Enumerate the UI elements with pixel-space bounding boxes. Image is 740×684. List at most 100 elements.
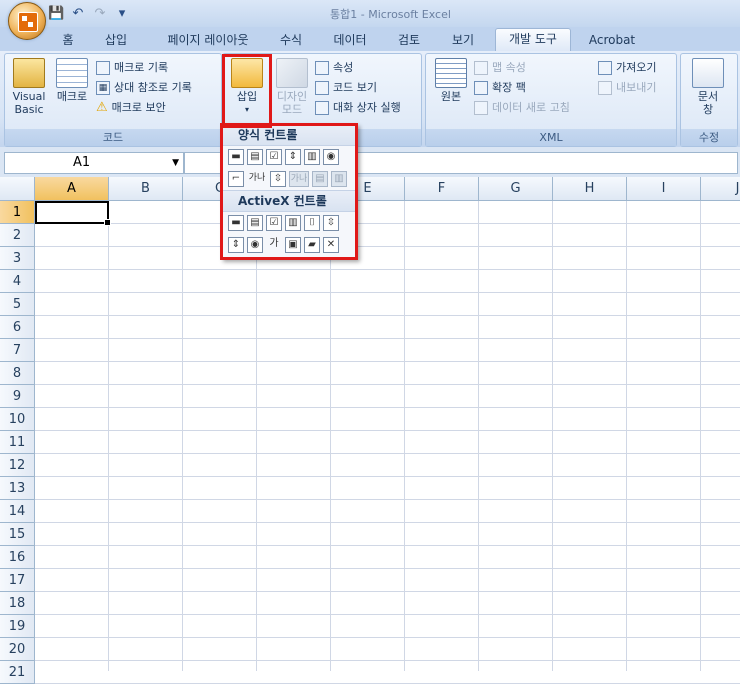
record-macro-button[interactable]: 매크로 기록 — [96, 58, 192, 78]
column-header-f[interactable]: F — [405, 177, 479, 201]
activex-label-icon[interactable]: 가 — [266, 237, 282, 253]
macro-button[interactable]: 매크로 — [52, 58, 92, 103]
row-header-21[interactable]: 21 — [0, 661, 35, 684]
design-mode-button[interactable]: 디자인 모드 — [272, 58, 312, 116]
refresh-data-icon — [474, 101, 488, 115]
row-header-20[interactable]: 20 — [0, 638, 35, 661]
activex-check-box-icon[interactable]: ☑ — [266, 215, 282, 231]
activex-image-icon[interactable]: ▣ — [285, 237, 301, 253]
name-box-dropdown-icon[interactable]: ▼ — [172, 153, 179, 173]
combo-dropdown-edit-control-icon[interactable]: ▥ — [331, 171, 347, 187]
tab-page-layout[interactable]: 페이지 레이아웃 — [152, 30, 264, 50]
label-control-icon[interactable]: 가나 — [247, 171, 267, 187]
more-controls-icon[interactable]: ✕ — [323, 237, 339, 253]
combo-box-control-icon[interactable]: ▤ — [247, 149, 263, 165]
relative-reference-button[interactable]: ▦ 상대 참조로 기록 — [96, 78, 192, 98]
office-button[interactable] — [8, 2, 46, 40]
row-header-7[interactable]: 7 — [0, 339, 35, 362]
excel-logo-icon — [18, 12, 38, 32]
worksheet-grid[interactable]: ABCDEFGHIJ 12345678910111213141516171819… — [0, 177, 740, 684]
properties-button[interactable]: 속성 — [315, 58, 401, 78]
row-header-12[interactable]: 12 — [0, 454, 35, 477]
column-header-i[interactable]: I — [627, 177, 701, 201]
export-label: 내보내기 — [616, 81, 657, 94]
activex-spin-button-icon[interactable]: ⇕ — [228, 237, 244, 253]
visual-basic-label: Visual Basic — [12, 90, 46, 116]
quick-access-toolbar: 💾 ↶ ↷ ▾ — [48, 4, 130, 24]
map-properties-button[interactable]: 맵 속성 — [474, 58, 570, 78]
row-header-4[interactable]: 4 — [0, 270, 35, 293]
form-controls-row-2: ⌐ 가나 ⇳ 가나 ▤ ▥ — [222, 168, 357, 190]
tab-review[interactable]: 검토 — [390, 30, 428, 50]
row-header-8[interactable]: 8 — [0, 362, 35, 385]
redo-icon[interactable]: ↷ — [92, 6, 108, 22]
column-header-g[interactable]: G — [479, 177, 553, 201]
tab-insert[interactable]: 삽입 — [98, 30, 134, 50]
text-field-control-icon[interactable]: 가나 — [289, 171, 309, 187]
macro-label: 매크로 — [56, 90, 88, 103]
list-box-control-icon[interactable]: ▥ — [304, 149, 320, 165]
save-icon[interactable]: 💾 — [48, 6, 64, 22]
spin-button-control-icon[interactable]: ⇕ — [285, 149, 301, 165]
insert-control-button[interactable]: 삽입 ▾ — [226, 58, 268, 116]
select-all-button[interactable] — [0, 177, 35, 201]
tab-view[interactable]: 보기 — [444, 30, 482, 50]
name-box[interactable]: A1 ▼ — [4, 152, 184, 174]
document-panel-button[interactable]: 문서 창 — [684, 58, 732, 116]
row-header-6[interactable]: 6 — [0, 316, 35, 339]
option-button-control-icon[interactable]: ◉ — [323, 149, 339, 165]
row-header-2[interactable]: 2 — [0, 224, 35, 247]
tab-home[interactable]: 홈 — [54, 30, 82, 50]
column-header-j[interactable]: J — [701, 177, 740, 201]
macro-security-button[interactable]: ⚠ 매크로 보안 — [96, 98, 192, 118]
tab-acrobat[interactable]: Acrobat — [582, 30, 642, 50]
column-header-h[interactable]: H — [553, 177, 627, 201]
activex-button-icon[interactable]: ▬ — [228, 215, 244, 231]
row-header-17[interactable]: 17 — [0, 569, 35, 592]
grid-line — [35, 545, 740, 546]
active-cell[interactable] — [35, 201, 111, 226]
undo-icon[interactable]: ↶ — [70, 6, 86, 22]
run-dialog-button[interactable]: 대화 상자 실행 — [315, 98, 401, 118]
group-box-control-icon[interactable]: ⌐ — [228, 171, 244, 187]
check-box-control-icon[interactable]: ☑ — [266, 149, 282, 165]
row-header-1[interactable]: 1 — [0, 201, 35, 224]
scroll-bar-control-icon[interactable]: ⇳ — [270, 171, 286, 187]
row-header-10[interactable]: 10 — [0, 408, 35, 431]
activex-list-box-icon[interactable]: ▥ — [285, 215, 301, 231]
fill-handle[interactable] — [104, 219, 111, 226]
column-header-a[interactable]: A — [35, 177, 109, 201]
import-button[interactable]: 가져오기 — [598, 58, 656, 78]
row-header-11[interactable]: 11 — [0, 431, 35, 454]
grid-line — [35, 476, 740, 477]
row-header-19[interactable]: 19 — [0, 615, 35, 638]
row-header-16[interactable]: 16 — [0, 546, 35, 569]
row-header-9[interactable]: 9 — [0, 385, 35, 408]
column-header-b[interactable]: B — [109, 177, 183, 201]
activex-toggle-button-icon[interactable]: ▰ — [304, 237, 320, 253]
activex-option-button-icon[interactable]: ◉ — [247, 237, 263, 253]
row-header-3[interactable]: 3 — [0, 247, 35, 270]
properties-label: 속성 — [333, 61, 354, 74]
row-header-18[interactable]: 18 — [0, 592, 35, 615]
row-header-13[interactable]: 13 — [0, 477, 35, 500]
activex-text-box-icon[interactable]: ⌷ — [304, 215, 320, 231]
tab-developer[interactable]: 개발 도구 — [495, 28, 571, 51]
refresh-data-button[interactable]: 데이터 새로 고침 — [474, 98, 570, 118]
button-control-icon[interactable]: ▬ — [228, 149, 244, 165]
row-header-14[interactable]: 14 — [0, 500, 35, 523]
activex-combo-box-icon[interactable]: ▤ — [247, 215, 263, 231]
macro-security-label: 매크로 보안 — [111, 101, 166, 114]
row-header-5[interactable]: 5 — [0, 293, 35, 316]
customize-qat-button[interactable]: ▾ — [114, 6, 130, 22]
view-code-button[interactable]: 코드 보기 — [315, 78, 401, 98]
expansion-packs-button[interactable]: 확장 팩 — [474, 78, 570, 98]
visual-basic-button[interactable]: Visual Basic — [8, 58, 50, 116]
tab-formulas[interactable]: 수식 — [272, 30, 310, 50]
activex-scroll-bar-icon[interactable]: ⇳ — [323, 215, 339, 231]
row-header-15[interactable]: 15 — [0, 523, 35, 546]
export-button[interactable]: 내보내기 — [598, 78, 656, 98]
combo-list-edit-control-icon[interactable]: ▤ — [312, 171, 328, 187]
xml-source-button[interactable]: 원본 — [432, 58, 470, 103]
tab-data[interactable]: 데이터 — [326, 30, 374, 50]
